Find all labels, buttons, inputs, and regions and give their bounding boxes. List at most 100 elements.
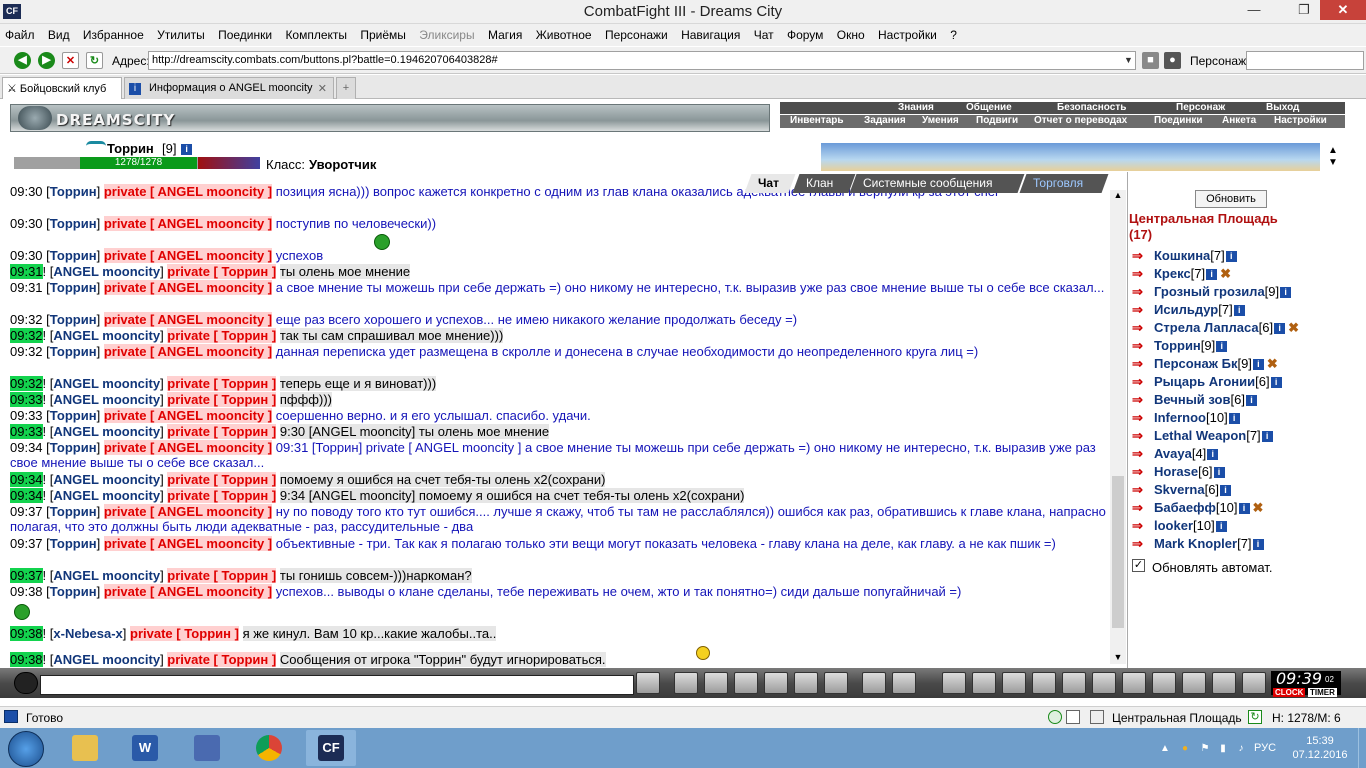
player-row[interactable]: ⇒ Кошкина[7] i bbox=[1132, 248, 1237, 263]
chat-private-tag[interactable]: private [ ANGEL mooncity ] bbox=[103, 248, 273, 263]
menu-elixirs[interactable]: Эликсиры bbox=[414, 24, 479, 42]
nav-security[interactable]: Безопасность bbox=[1057, 102, 1126, 113]
fight-icon[interactable]: ✖ bbox=[1220, 266, 1231, 281]
chat-recipient[interactable]: ANGEL mooncity bbox=[158, 440, 265, 455]
chat-recipient[interactable]: Торрин bbox=[221, 652, 268, 667]
player-name[interactable]: Skverna bbox=[1154, 482, 1205, 497]
chat-time[interactable]: 09:32 bbox=[10, 328, 43, 343]
show-desktop-button[interactable] bbox=[1358, 728, 1366, 768]
clear-icon[interactable] bbox=[674, 672, 698, 694]
player-name[interactable]: Horase bbox=[1154, 464, 1198, 479]
taskbar-save[interactable] bbox=[182, 730, 232, 766]
taskbar-combatfight[interactable]: CF bbox=[306, 730, 356, 766]
emoji-icon[interactable] bbox=[14, 672, 38, 694]
player-row[interactable]: ⇒ Infernoo[10] i bbox=[1132, 410, 1240, 425]
player-name[interactable]: Mark Knopler bbox=[1154, 536, 1237, 551]
chat-time[interactable]: 09:32 bbox=[10, 344, 43, 359]
chat-time[interactable]: 09:38 bbox=[10, 626, 43, 641]
chat-time[interactable]: 09:34 bbox=[10, 472, 43, 487]
menu-settings[interactable]: Настройки bbox=[873, 24, 942, 42]
info-icon[interactable]: i bbox=[1280, 287, 1292, 298]
chat-recipient[interactable]: Торрин bbox=[221, 472, 268, 487]
chat-sender[interactable]: Торрин bbox=[50, 536, 97, 551]
chat-sender[interactable]: Торрин bbox=[50, 184, 97, 199]
chat-private-tag[interactable]: private [ Торрин ] bbox=[167, 264, 277, 279]
menu-chat[interactable]: Чат bbox=[749, 24, 779, 42]
menu-help[interactable]: ? bbox=[945, 24, 962, 42]
nav-fights[interactable]: Поединки bbox=[1154, 115, 1203, 126]
chat-sender[interactable]: ANGEL mooncity bbox=[53, 376, 160, 391]
restore-button[interactable]: ❐ bbox=[1290, 0, 1318, 20]
auto-refresh-checkbox[interactable]: ✓ bbox=[1132, 559, 1145, 572]
menu-file[interactable]: Файл bbox=[0, 24, 40, 42]
chat-sender[interactable]: ANGEL mooncity bbox=[53, 264, 160, 279]
private-message-icon[interactable]: ⇒ bbox=[1132, 464, 1154, 479]
close-window-button[interactable]: ✕ bbox=[1320, 0, 1366, 20]
smile-icon[interactable] bbox=[862, 672, 886, 694]
chat-time[interactable]: 09:30 bbox=[10, 216, 43, 231]
chat-recipient[interactable]: Торрин bbox=[221, 424, 268, 439]
chat-private-tag[interactable]: private [ Торрин ] bbox=[167, 488, 277, 503]
chat-private-tag[interactable]: private [ Торрин ] bbox=[167, 652, 277, 667]
private-message-icon[interactable]: ⇒ bbox=[1132, 392, 1154, 407]
player-row[interactable]: ⇒ Skverna[6] i bbox=[1132, 482, 1232, 497]
scroll-icon[interactable] bbox=[1062, 672, 1086, 694]
private-message-icon[interactable]: ⇒ bbox=[1132, 500, 1154, 515]
mask-icon[interactable] bbox=[892, 672, 916, 694]
chat-time[interactable]: 09:37 bbox=[10, 536, 43, 551]
chat-private-tag[interactable]: private [ Торрин ] bbox=[167, 376, 277, 391]
chat-time[interactable]: 09:33 bbox=[10, 408, 43, 423]
taskbar-word[interactable]: W bbox=[120, 730, 170, 766]
chat-private-tag[interactable]: private [ ANGEL mooncity ] bbox=[103, 280, 273, 295]
chat-time[interactable]: 09:34 bbox=[10, 440, 43, 455]
chat-sender[interactable]: ANGEL mooncity bbox=[53, 488, 160, 503]
info-icon[interactable]: i bbox=[1252, 359, 1264, 370]
nav-communication[interactable]: Общение bbox=[966, 102, 1012, 113]
chat-sender[interactable]: ANGEL mooncity bbox=[53, 652, 160, 667]
menu-navigation[interactable]: Навигация bbox=[676, 24, 745, 42]
chat-recipient[interactable]: ANGEL mooncity bbox=[158, 584, 265, 599]
tray-app-icon[interactable]: ● bbox=[1178, 742, 1192, 755]
menu-forum[interactable]: Форум bbox=[782, 24, 828, 42]
chat-private-tag[interactable]: private [ ANGEL mooncity ] bbox=[103, 312, 273, 327]
menu-window[interactable]: Окно bbox=[832, 24, 870, 42]
address-input[interactable]: http://dreamscity.combats.com/buttons.pl… bbox=[148, 51, 1136, 70]
private-message-icon[interactable]: ⇒ bbox=[1132, 482, 1154, 497]
player-name[interactable]: looker bbox=[1154, 518, 1193, 533]
private-message-icon[interactable]: ⇒ bbox=[1132, 338, 1154, 353]
player-name[interactable]: Кошкина bbox=[1154, 248, 1210, 263]
info-icon[interactable]: i bbox=[1206, 269, 1218, 280]
refresh-icon[interactable]: ↻ bbox=[86, 52, 103, 69]
chat-sender[interactable]: Торрин bbox=[50, 504, 97, 519]
player-row[interactable]: ⇒ looker[10] i bbox=[1132, 518, 1227, 533]
chat-private-tag[interactable]: private [ Торрин ] bbox=[167, 568, 277, 583]
chat-sender[interactable]: Торрин bbox=[50, 248, 97, 263]
menu-magic[interactable]: Магия bbox=[483, 24, 527, 42]
private-message-icon[interactable]: ⇒ bbox=[1132, 302, 1154, 317]
chat-private-tag[interactable]: private [ ANGEL mooncity ] bbox=[103, 216, 273, 231]
page-icon[interactable]: ■ bbox=[1142, 52, 1159, 69]
start-button[interactable] bbox=[8, 731, 44, 767]
tab-clan[interactable]: Клан bbox=[792, 174, 856, 193]
private-message-icon[interactable]: ⇒ bbox=[1132, 428, 1154, 443]
chat-sender[interactable]: Торрин bbox=[50, 344, 97, 359]
chat-recipient[interactable]: Торрин bbox=[221, 568, 268, 583]
chat-input[interactable] bbox=[40, 675, 634, 695]
info-icon[interactable]: i bbox=[1233, 305, 1245, 316]
player-row[interactable]: ⇒ Рыцарь Агонии[6] i bbox=[1132, 374, 1282, 389]
bag1-icon[interactable] bbox=[942, 672, 966, 694]
tab-trade[interactable]: Торговля bbox=[1019, 174, 1109, 193]
private-message-icon[interactable]: ⇒ bbox=[1132, 446, 1154, 461]
chat-recipient[interactable]: Торрин bbox=[221, 488, 268, 503]
player-row[interactable]: ⇒ Стрела Лапласа[6] i ✖ bbox=[1132, 320, 1299, 335]
enter-icon[interactable] bbox=[636, 672, 660, 694]
menu-characters[interactable]: Персонажи bbox=[600, 24, 673, 42]
info-icon[interactable]: i bbox=[1270, 377, 1282, 388]
player-row[interactable]: ⇒ Персонаж Бк[9] i ✖ bbox=[1132, 356, 1278, 371]
lion-icon[interactable] bbox=[1032, 672, 1056, 694]
chat-sender[interactable]: ANGEL mooncity bbox=[53, 568, 160, 583]
menu-animal[interactable]: Животное bbox=[531, 24, 597, 42]
chat-recipient[interactable]: Торрин bbox=[221, 264, 268, 279]
private-message-icon[interactable]: ⇒ bbox=[1132, 248, 1154, 263]
chat-sender[interactable]: Торрин bbox=[50, 312, 97, 327]
